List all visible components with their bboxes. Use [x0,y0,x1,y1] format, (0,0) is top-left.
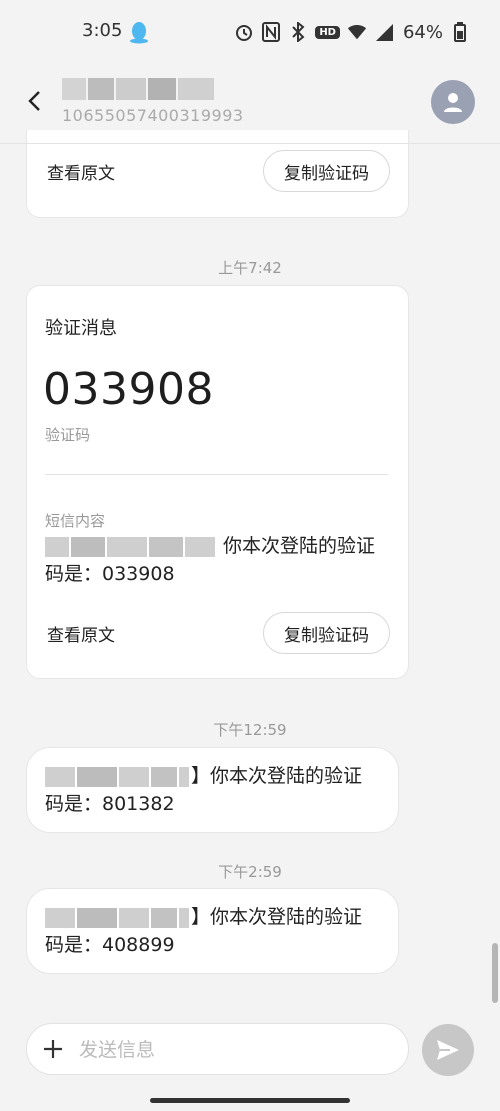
battery-icon [450,22,470,42]
redaction-block [151,766,177,787]
card-actions: 查看原文 复制验证码 [47,612,390,654]
redaction-block [116,78,146,100]
message-input[interactable] [79,1024,399,1076]
redaction-block [185,536,215,557]
verification-card: 验证消息 033908 验证码 短信内容 你本次登陆的验证码是：033908 查… [26,285,409,679]
view-original-link[interactable]: 查看原文 [47,159,115,184]
sms-conversation-screen: 3:05 HD 64% 10655057400319993 查看原文 复制验证码… [0,0,500,1111]
bluetooth-icon [288,22,308,42]
copy-code-button[interactable]: 复制验证码 [263,150,390,192]
person-icon [444,93,462,112]
plus-icon[interactable] [41,1037,65,1061]
wifi-icon [347,22,367,42]
redaction-block [107,536,147,557]
sms-content: 你本次登陆的验证码是：033908 [45,532,390,588]
card-divider [45,474,388,475]
message-bubble[interactable]: 】你本次登陆的验证码是：801382 [26,747,399,833]
verification-code-label: 验证码 [45,426,91,444]
scrollbar-thumb[interactable] [492,943,498,1003]
battery-percent: 64% [402,21,443,43]
cellular-signal-icon [374,22,394,42]
header-divider [0,143,500,144]
redaction-block [149,536,183,557]
card-actions: 查看原文 复制验证码 [47,150,390,192]
redaction-block [62,78,86,100]
qq-penguin-icon [130,22,148,44]
redaction-block [77,907,117,928]
message-timestamp: 下午12:59 [213,721,287,739]
back-button[interactable] [20,86,50,116]
hd-badge: HD [315,25,340,39]
redaction-block [178,78,214,100]
redaction-block [179,907,189,928]
redaction-block [151,907,177,928]
avatar[interactable] [431,80,475,124]
contact-number: 10655057400319993 [62,106,244,125]
message-timestamp: 上午7:42 [218,259,282,277]
copy-code-button[interactable]: 复制验证码 [263,612,390,654]
alarm-icon [234,22,254,42]
redaction-block [88,78,114,100]
sms-content-label: 短信内容 [45,512,106,530]
redaction-block [148,78,176,100]
status-icons: HD 64% [234,20,470,44]
send-icon [437,1040,459,1060]
redaction-block [179,766,189,787]
redaction-block [45,907,75,928]
redaction-block [119,907,149,928]
redaction-block [119,766,149,787]
redaction-block [71,536,105,557]
send-button[interactable] [422,1024,474,1076]
message-bubble[interactable]: 】你本次登陆的验证码是：408899 [26,888,399,974]
status-time: 3:05 [82,20,123,41]
status-bar: 3:05 HD 64% [0,0,500,64]
redaction-block [45,766,75,787]
nfc-icon [261,22,281,42]
home-indicator[interactable] [150,1098,350,1103]
contact-name-redacted [62,78,222,104]
chevron-left-icon [28,91,40,111]
redaction-block [77,766,117,787]
compose-bar [26,1023,409,1076]
message-timestamp: 下午2:59 [218,863,282,881]
card-title: 验证消息 [45,318,117,339]
redaction-block [45,536,69,557]
verification-code[interactable]: 033908 [43,364,214,415]
view-original-link[interactable]: 查看原文 [47,621,115,646]
